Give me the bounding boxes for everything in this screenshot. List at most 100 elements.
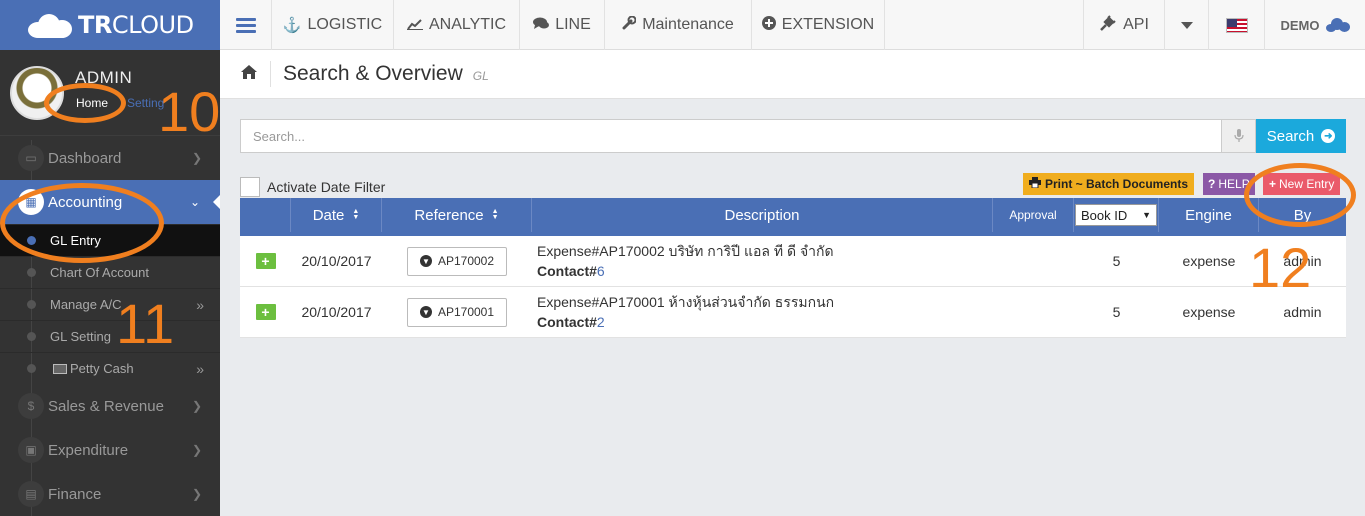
reference-label: AP170002 <box>437 254 495 268</box>
brand-logo[interactable]: TRCLOUD <box>0 0 220 50</box>
contact-label: Contact# <box>537 314 597 330</box>
print-icon <box>1029 177 1041 191</box>
contact-id-link[interactable]: 2 <box>597 314 605 330</box>
contact-id-link[interactable]: 6 <box>597 263 605 279</box>
api-label: API <box>1123 16 1149 33</box>
engine-cell: expense <box>1182 304 1236 320</box>
column-reference[interactable]: Reference ▲ ▼ <box>382 198 532 232</box>
plus-icon: + <box>1269 177 1277 191</box>
nav-maintenance-label: Maintenance <box>642 16 734 33</box>
nav-extension[interactable]: EXTENSION <box>752 0 885 50</box>
nav-line[interactable]: LINE <box>520 0 605 50</box>
dropdown-toggle[interactable] <box>1164 0 1208 50</box>
reference-cell: ▼ AP170002 <box>382 236 532 286</box>
hamburger-icon <box>235 15 256 36</box>
nav-line-label: LINE <box>555 16 591 33</box>
description-cell: Expense#AP170001 ห้างหุ้นส่วนจำกัด ธรรมก… <box>532 287 993 337</box>
page-title: Search & Overview <box>283 62 463 85</box>
id-card-icon <box>53 363 67 374</box>
expand-cell: + <box>240 236 291 286</box>
us-flag-icon <box>1225 17 1248 33</box>
help-label: HELP <box>1218 177 1250 191</box>
column-approval-label: Approval <box>1009 208 1057 222</box>
bullet-icon <box>27 236 36 245</box>
sidebar-item-accounting[interactable]: ▦ Accounting ⌄ <box>0 180 220 224</box>
table-row: + 20/10/2017 ▼ AP170001 Expense#AP170001… <box>240 287 1346 338</box>
microphone-icon[interactable] <box>1222 119 1256 153</box>
user-menu[interactable]: DEMO <box>1264 0 1365 50</box>
column-engine: Engine <box>1159 198 1259 232</box>
chevron-right-icon: ❯ <box>191 399 202 413</box>
profile-panel: ADMIN Home Setting <box>0 50 220 136</box>
bookid-cell: 5 <box>1112 304 1121 320</box>
sidebar-subitem-chart-of-account[interactable]: Chart Of Account <box>0 256 220 288</box>
chevron-circle-down-icon: ▼ <box>419 255 432 267</box>
sort-icon: ▲ ▼ <box>491 208 499 221</box>
sidebar-subitem-manage-ac[interactable]: Manage A/C » <box>0 288 220 320</box>
reference-button[interactable]: ▼ AP170002 <box>407 246 507 276</box>
reference-button[interactable]: ▼ AP170001 <box>407 297 507 327</box>
reference-label: AP170001 <box>437 305 495 319</box>
expand-plus-icon[interactable]: + <box>255 253 276 269</box>
description-text: Expense#AP170002 บริษัท การิปี แอล ที ดี… <box>537 243 834 259</box>
column-by: By <box>1259 198 1346 232</box>
chevron-right-icon: ❯ <box>191 443 202 457</box>
caret-down-icon: ▼ <box>1142 210 1151 220</box>
bookid-select-value: Book ID <box>1081 207 1128 223</box>
contact-line: Contact#6 <box>537 261 605 281</box>
column-reference-label: Reference <box>414 206 484 224</box>
search-button[interactable]: Search ➜ <box>1256 119 1346 153</box>
question-icon: ? <box>1208 177 1216 191</box>
date-filter-label: Activate Date Filter <box>267 179 386 195</box>
new-entry-button[interactable]: + New Entry <box>1263 173 1341 195</box>
sidebar-subitem-label: GL Setting <box>50 329 111 344</box>
wrench-icon <box>622 15 637 34</box>
search-input[interactable] <box>240 119 1222 153</box>
sidebar-subitem-label: GL Entry <box>50 233 101 248</box>
table-row: + 20/10/2017 ▼ AP170002 Expense#AP170002… <box>240 236 1346 287</box>
sidebar-subitem-petty-cash[interactable]: Petty Cash » <box>0 352 220 384</box>
by-cell: admin <box>1283 253 1322 269</box>
sidebar-item-finance[interactable]: ▤ Finance ❯ <box>0 472 220 516</box>
plug-icon <box>1099 14 1117 37</box>
sidebar-item-sales-revenue[interactable]: $ Sales & Revenue ❯ <box>0 384 220 428</box>
sidebar-subitem-gl-setting[interactable]: GL Setting <box>0 320 220 352</box>
sidebar-item-dashboard[interactable]: ▭ Dashboard ❯ <box>0 136 220 180</box>
bookid-select[interactable]: Book ID ▼ <box>1075 204 1157 226</box>
language-switch[interactable] <box>1208 0 1264 50</box>
column-date[interactable]: Date ▲ ▼ <box>291 198 382 232</box>
help-button[interactable]: ? HELP <box>1203 173 1255 195</box>
sidebar: ADMIN Home Setting ▭ Dashboard ❯ ▦ Accou… <box>0 50 220 516</box>
date-filter-checkbox[interactable] <box>240 177 260 197</box>
comments-icon <box>533 17 550 34</box>
sidebar-item-label: Dashboard <box>48 149 122 167</box>
setting-link[interactable]: Setting <box>127 96 164 110</box>
sidebar-subitem-gl-entry[interactable]: GL Entry <box>0 224 220 256</box>
avatar[interactable] <box>10 66 64 120</box>
home-link[interactable]: Home <box>76 96 108 110</box>
nav-extension-label: EXTENSION <box>781 16 875 33</box>
expand-plus-icon[interactable]: + <box>255 304 276 320</box>
menu-toggle-button[interactable] <box>220 0 272 50</box>
sidebar-item-label: Expenditure <box>48 441 129 459</box>
top-navbar: TRCLOUD ⚓ LOGISTIC ANALYTIC LINE Mainten… <box>0 0 1365 50</box>
contact-line: Contact#2 <box>537 312 605 332</box>
nav-analytic[interactable]: ANALYTIC <box>394 0 520 50</box>
new-entry-label: New Entry <box>1279 177 1335 191</box>
nav-maintenance[interactable]: Maintenance <box>605 0 752 50</box>
chevron-right-icon: ❯ <box>191 151 202 165</box>
chevron-circle-down-icon: ▼ <box>419 306 432 318</box>
api-menu[interactable]: API <box>1083 0 1164 50</box>
sidebar-item-expenditure[interactable]: ▣ Expenditure ❯ <box>0 428 220 472</box>
page-header: Search & Overview GL <box>220 50 1365 99</box>
engine-cell: expense <box>1182 253 1236 269</box>
main-content: Search & Overview GL Search ➜ Activate D… <box>220 50 1365 516</box>
bullet-icon <box>27 332 36 341</box>
home-icon[interactable] <box>240 64 258 85</box>
column-date-label: Date <box>312 206 345 224</box>
dollar-icon: $ <box>18 393 44 419</box>
caret-down-icon <box>1180 21 1193 29</box>
print-batch-button[interactable]: Print ~ Batch Documents <box>1023 173 1195 195</box>
print-batch-label: Print ~ Batch Documents <box>1045 177 1189 191</box>
nav-logistic[interactable]: ⚓ LOGISTIC <box>272 0 394 50</box>
